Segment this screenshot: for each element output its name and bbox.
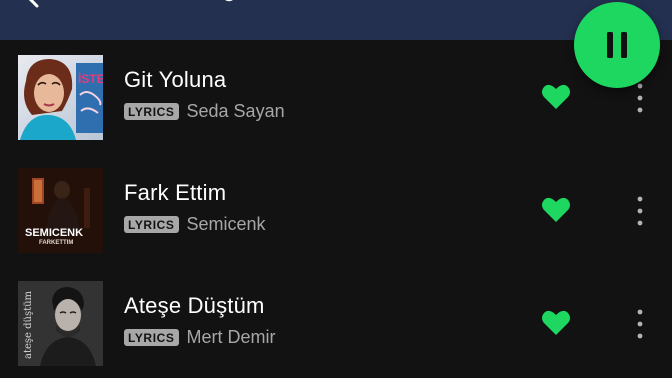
track-row[interactable]: İSTE... Git Yoluna LYRICS Seda Sayan — [0, 55, 672, 155]
track-title: Git Yoluna — [124, 67, 227, 92]
back-arrow-icon[interactable] — [22, 0, 44, 8]
cover-text: ateşe düştüm — [23, 290, 34, 359]
more-vertical-icon[interactable] — [632, 81, 648, 115]
track-meta: LYRICS Seda Sayan — [124, 101, 285, 122]
track-row[interactable]: SEMICENK FARKETTIM Fark Ettim LYRICS Sem… — [0, 168, 672, 268]
header-bar — [0, 0, 672, 40]
more-vertical-icon[interactable] — [632, 307, 648, 341]
track-title: Fark Ettim — [124, 180, 227, 205]
album-cover: İSTE... — [18, 55, 103, 140]
track-meta: LYRICS Mert Demir — [124, 327, 276, 348]
album-cover: ateşe düştüm — [18, 281, 103, 366]
pause-icon — [607, 32, 627, 58]
track-artist: Semicenk — [186, 214, 266, 234]
liked-heart-icon[interactable] — [541, 309, 571, 337]
cover-subtext: FARKETTIM — [39, 240, 73, 246]
lyrics-badge: LYRICS — [124, 329, 179, 346]
track-row[interactable]: ateşe düştüm Ateşe Düştüm LYRICS Mert De… — [0, 281, 672, 378]
liked-heart-icon[interactable] — [541, 83, 571, 111]
lyrics-badge: LYRICS — [124, 216, 179, 233]
playlist-screen: İSTE... Git Yoluna LYRICS Seda Sayan — [0, 0, 672, 378]
cover-text: İSTE... — [78, 71, 103, 86]
track-artist: Seda Sayan — [186, 101, 285, 121]
lyrics-badge: LYRICS — [124, 103, 179, 120]
track-artist: Mert Demir — [186, 327, 276, 347]
play-pause-button[interactable] — [574, 2, 660, 88]
more-vertical-icon[interactable] — [632, 194, 648, 228]
track-meta: LYRICS Semicenk — [124, 214, 266, 235]
cover-text: SEMICENK — [25, 227, 83, 239]
header-title-fragment — [225, 0, 233, 2]
track-title: Ateşe Düştüm — [124, 293, 265, 318]
album-cover: SEMICENK FARKETTIM — [18, 168, 103, 253]
liked-heart-icon[interactable] — [541, 196, 571, 224]
